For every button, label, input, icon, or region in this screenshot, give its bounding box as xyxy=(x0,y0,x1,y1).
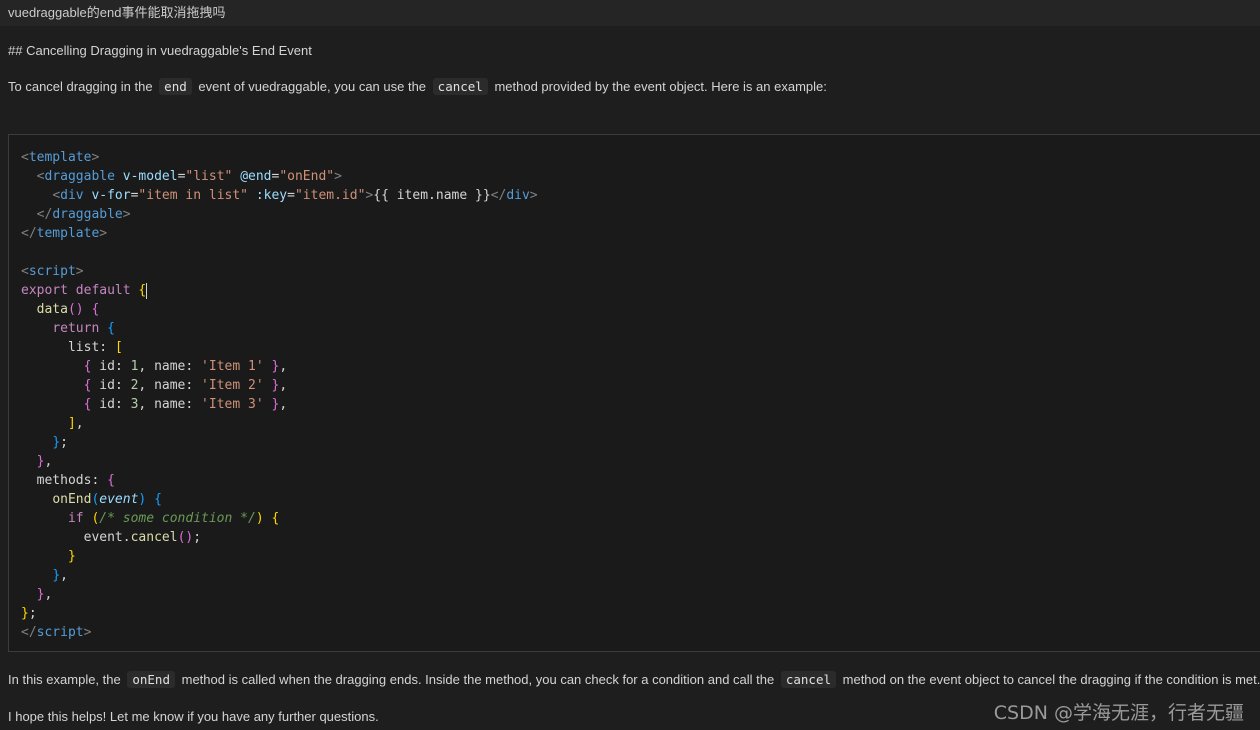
inline-code-onend: onEnd xyxy=(127,671,175,688)
inline-code-cancel: cancel xyxy=(432,78,488,95)
intro-text-3: method provided by the event object. Her… xyxy=(494,79,827,94)
inline-code-end: end xyxy=(159,78,192,95)
explanation-paragraph: In this example, the onEnd method is cal… xyxy=(8,671,1260,688)
code-block[interactable]: <template> <draggable v-model="list" @en… xyxy=(8,134,1260,652)
csdn-watermark: CSDN @学海无涯，行者无疆 xyxy=(993,702,1244,724)
title-bar: vuedraggable的end事件能取消拖拽吗 xyxy=(0,0,1260,26)
window-title: vuedraggable的end事件能取消拖拽吗 xyxy=(8,5,226,20)
intro-text-2: event of vuedraggable, you can use the xyxy=(198,79,427,94)
intro-paragraph: To cancel dragging in the end event of v… xyxy=(8,78,827,95)
closing-paragraph: I hope this helps! Let me know if you ha… xyxy=(8,709,379,724)
code-content[interactable]: <template> <draggable v-model="list" @en… xyxy=(21,148,538,642)
heading: ## Cancelling Dragging in vuedraggable's… xyxy=(8,43,312,58)
explanation-text-2: method is called when the dragging ends.… xyxy=(181,672,775,687)
text-cursor xyxy=(146,282,148,299)
intro-text-1: To cancel dragging in the xyxy=(8,79,153,94)
inline-code-cancel-2: cancel xyxy=(780,671,837,688)
explanation-text-3: method on the event object to cancel the… xyxy=(842,672,1260,687)
explanation-text-1: In this example, the xyxy=(8,672,121,687)
